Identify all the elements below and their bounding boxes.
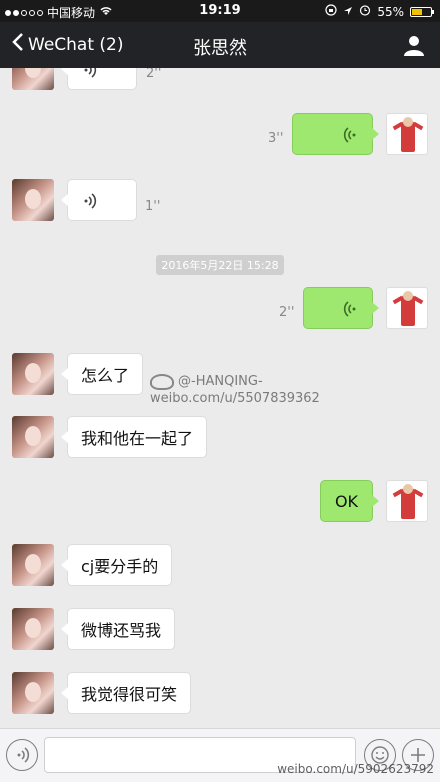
contact-avatar[interactable] [12, 608, 54, 650]
text-message-bubble[interactable]: 微博还骂我 [60, 608, 176, 650]
voice-message-bubble[interactable] [303, 287, 379, 329]
voice-icon [343, 127, 356, 143]
voice-message-bubble[interactable] [61, 179, 137, 221]
chat-area[interactable]: 2'' 3'' 1'' 2016年5月22日 15:28 2'' 怎么了 @-H… [0, 68, 440, 728]
voice-message-bubble[interactable] [292, 113, 379, 155]
contact-avatar[interactable] [12, 68, 54, 90]
voice-duration: 2'' [146, 68, 162, 81]
voice-duration: 1'' [145, 199, 161, 214]
voice-icon [84, 68, 97, 78]
weibo-logo-icon [150, 373, 174, 390]
message-timestamp: 2016年5月22日 15:28 [156, 255, 284, 275]
voice-icon [17, 747, 30, 763]
watermark-name: @-HANQING- [178, 374, 263, 389]
voice-input-button[interactable] [6, 739, 38, 771]
contact-avatar[interactable] [12, 179, 54, 221]
contact-info-button[interactable] [402, 33, 426, 57]
status-bar: 中国移动 19:19 55% [0, 0, 440, 22]
contact-avatar[interactable] [12, 544, 54, 586]
text-message-bubble[interactable]: 我和他在一起了 [60, 416, 208, 458]
self-avatar[interactable] [386, 113, 428, 155]
person-icon [404, 36, 424, 56]
status-right: 55% [325, 4, 434, 19]
contact-avatar[interactable] [12, 672, 54, 714]
voice-icon [343, 301, 356, 317]
contact-avatar[interactable] [12, 416, 54, 458]
watermark-url: weibo.com/u/5507839362 [150, 391, 320, 406]
voice-duration: 2'' [279, 305, 295, 320]
voice-icon [84, 193, 97, 209]
voice-duration: 3'' [268, 131, 284, 146]
voice-message-bubble[interactable] [61, 68, 137, 90]
lock-rotation-icon [325, 4, 337, 19]
self-avatar[interactable] [386, 287, 428, 329]
contact-avatar[interactable] [12, 353, 54, 395]
alarm-icon [359, 4, 371, 19]
weibo-watermark-bottom: weibo.com/u/5902623792 [277, 762, 434, 776]
battery-percent: 55% [377, 4, 404, 19]
text-message-bubble[interactable]: OK [320, 480, 379, 522]
text-message-bubble[interactable]: cj要分手的 [60, 544, 173, 586]
plus-icon [411, 748, 425, 762]
text-message-bubble[interactable]: 我觉得很可笑 [60, 672, 192, 714]
battery-icon [410, 6, 434, 17]
chat-title: 张思然 [193, 38, 247, 59]
text-message-bubble[interactable]: 怎么了 [60, 353, 144, 395]
nav-bar: WeChat (2) 张思然 [0, 22, 440, 68]
weibo-watermark: @-HANQING- weibo.com/u/5507839362 [150, 373, 320, 407]
self-avatar[interactable] [386, 480, 428, 522]
location-icon [343, 5, 353, 19]
